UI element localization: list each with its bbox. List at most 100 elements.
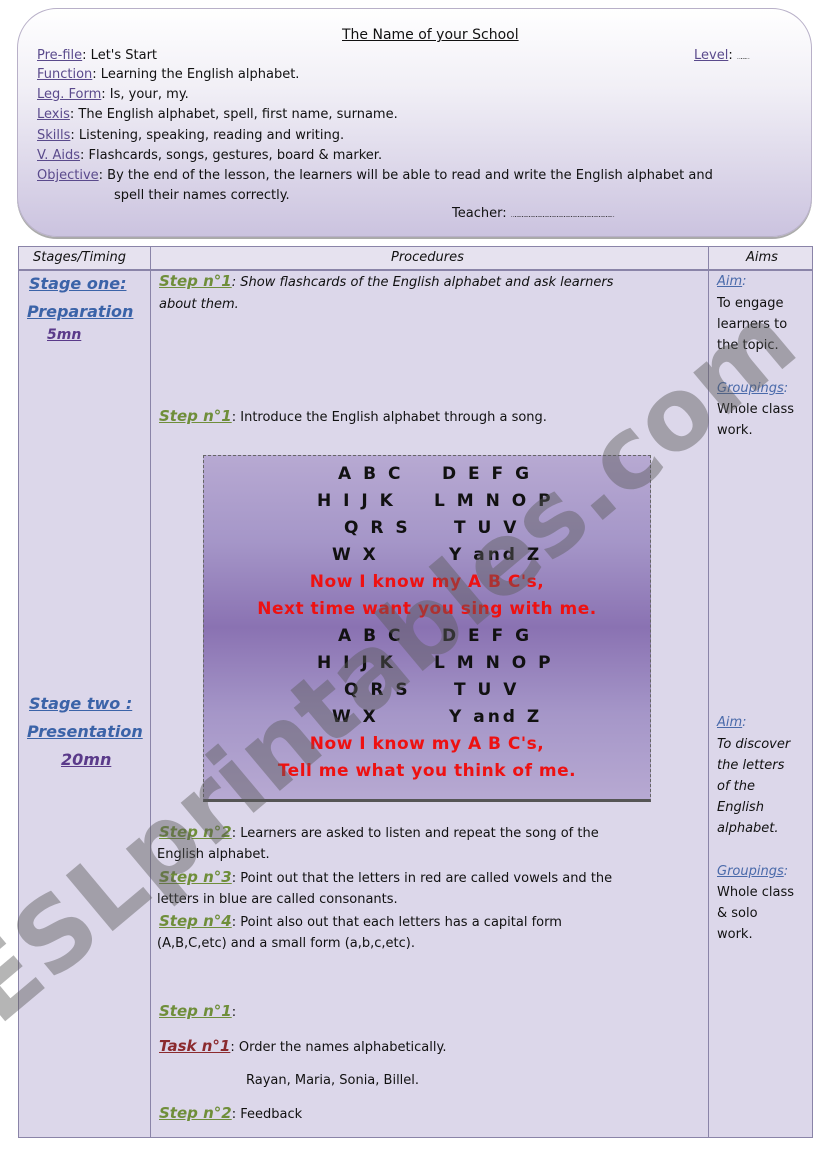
aim-label: Aim [717, 715, 743, 730]
field-label: Lexis [37, 107, 70, 122]
grouping-text: Whole class [717, 885, 795, 900]
song-letters: Q R S [344, 680, 411, 700]
song-letters: L M N O P [434, 491, 554, 511]
practice-step-1: Step n°1: [159, 1002, 236, 1020]
song-letters: W X [332, 545, 379, 565]
objective-continuation: spell their names correctly. [114, 188, 290, 203]
song-lyric: Next time want you sing with me. [257, 599, 597, 619]
task-1-line: Task n°1: Order the names alphabetically… [159, 1037, 446, 1055]
step-1-cont: about them. [159, 297, 239, 312]
header-field: V. Aids: Flashcards, songs, gestures, bo… [37, 148, 382, 163]
field-label: Pre-file [37, 48, 83, 63]
step-text: : Feedback [231, 1107, 303, 1122]
stage-one-time: 5mn [47, 327, 82, 343]
song-lyric: Now I know my A B C's, [309, 734, 545, 754]
field-value: : By the end of the lesson, the learners… [98, 168, 713, 183]
step-label: Step n°1 [159, 407, 232, 425]
aim-heading: Aim: [717, 715, 747, 730]
stage-two-title: Stage two : [29, 694, 133, 713]
step-4-line: Step n°4: Point also out that each lette… [159, 912, 562, 930]
step-text: : Point out that the letters in red are … [231, 871, 613, 886]
step-label: Step n°1 [159, 1002, 232, 1020]
field-label: Function [37, 67, 93, 82]
field-value: : Listening, speaking, reading and writi… [70, 128, 345, 143]
song-letters: D E F G [442, 626, 533, 646]
task-text: : Order the names alphabetically. [230, 1040, 447, 1055]
level-label: Level [694, 48, 729, 63]
header-field: Pre-file: Let's Start [37, 48, 157, 63]
step-4-cont: (A,B,C,etc) and a small form (a,b,c,etc)… [157, 936, 415, 951]
dotted-blank: ……… [736, 54, 750, 61]
field-value: : Let's Start [82, 48, 158, 63]
step-1b-line: Step n°1: Introduce the English alphabet… [159, 407, 547, 425]
dotted-blank: …………………………………………………………………………… [510, 212, 615, 219]
step-3-line: Step n°3: Point out that the letters in … [159, 868, 612, 886]
stage-one-name: Preparation [27, 302, 134, 321]
header-field: Leg. Form: Is, your, my. [37, 87, 189, 102]
field-label: V. Aids [37, 148, 81, 163]
teacher-field: Teacher: …………………………………………………………………………… [452, 206, 615, 221]
groupings-heading: Groupings: [717, 381, 789, 396]
header-field: Skills: Listening, speaking, reading and… [37, 128, 344, 143]
song-letters: T U V [454, 680, 520, 700]
column-divider [708, 247, 709, 1137]
step-label: Step n°1 [159, 272, 232, 290]
grouping-text: work. [717, 927, 753, 942]
step-3-cont: letters in blue are called consonants. [157, 892, 398, 907]
step-text: : Show flashcards of the English alphabe… [231, 275, 614, 290]
song-letters: Q R S [344, 518, 411, 538]
names-list: Rayan, Maria, Sonia, Billel. [246, 1073, 420, 1088]
header-field: Lexis: The English alphabet, spell, firs… [37, 107, 398, 122]
aim-text: learners to [717, 317, 788, 332]
aim-text: To engage [717, 296, 784, 311]
aim-text: the topic. [717, 338, 779, 353]
level-value: : ……… [728, 48, 750, 63]
aim-heading: Aim: [717, 274, 747, 289]
practice-step-2: Step n°2: Feedback [159, 1104, 302, 1122]
field-value: : The English alphabet, spell, first nam… [69, 107, 398, 122]
aim-label: Aim [717, 274, 743, 289]
groupings-label: Groupings [717, 381, 784, 396]
level-field: Level: ……… [694, 48, 750, 63]
aim-text: of the [717, 779, 755, 794]
step-label: Step n°2 [159, 823, 232, 841]
step-1-line: Step n°1: Show flashcards of the English… [159, 272, 613, 290]
step-text: : [231, 1005, 237, 1020]
field-label: Skills [37, 128, 71, 143]
song-letters: Y and Z [449, 545, 543, 565]
field-value: : Is, your, my. [101, 87, 189, 102]
header-procedures: Procedures [391, 250, 464, 265]
song-lyric: Now I know my A B C's, [309, 572, 545, 592]
song-letters: W X [332, 707, 379, 727]
task-label: Task n°1 [159, 1037, 231, 1055]
header-field: Objective: By the end of the lesson, the… [37, 168, 713, 183]
header-field: Function: Learning the English alphabet. [37, 67, 299, 82]
field-value: : Learning the English alphabet. [92, 67, 300, 82]
step-text: : Introduce the English alphabet through… [231, 410, 547, 425]
aim-text: alphabet. [717, 821, 779, 836]
grouping-text: Whole class [717, 402, 795, 417]
header-stages: Stages/Timing [33, 250, 127, 265]
song-letters: H I J K [317, 491, 396, 511]
field-value: : Flashcards, songs, gestures, board & m… [80, 148, 383, 163]
column-divider [150, 247, 151, 1137]
song-letters: D E F G [442, 464, 533, 484]
step-label: Step n°4 [159, 912, 232, 930]
song-letters: T U V [454, 518, 520, 538]
step-2-line: Step n°2: Learners are asked to listen a… [159, 823, 599, 841]
song-letters: A B C [338, 464, 404, 484]
field-label: Leg. Form [37, 87, 102, 102]
groupings-label: Groupings [717, 864, 784, 879]
stage-one-title: Stage one: [29, 274, 127, 293]
step-text: : Learners are asked to listen and repea… [231, 826, 599, 841]
aim-text: To discover [717, 737, 791, 752]
grouping-text: work. [717, 423, 753, 438]
table-header-row: Stages/Timing Procedures Aims [19, 247, 812, 271]
grouping-text: & solo [717, 906, 758, 921]
step-text: : Point also out that each letters has a… [231, 915, 562, 930]
field-label: Objective [37, 168, 99, 183]
header-aims: Aims [746, 250, 778, 265]
stage-two-name: Presentation [27, 722, 143, 741]
step-2-cont: English alphabet. [157, 847, 270, 862]
alphabet-song-box: A B C D E F G H I J K L M N O P Q R S T U V W … [203, 455, 651, 802]
